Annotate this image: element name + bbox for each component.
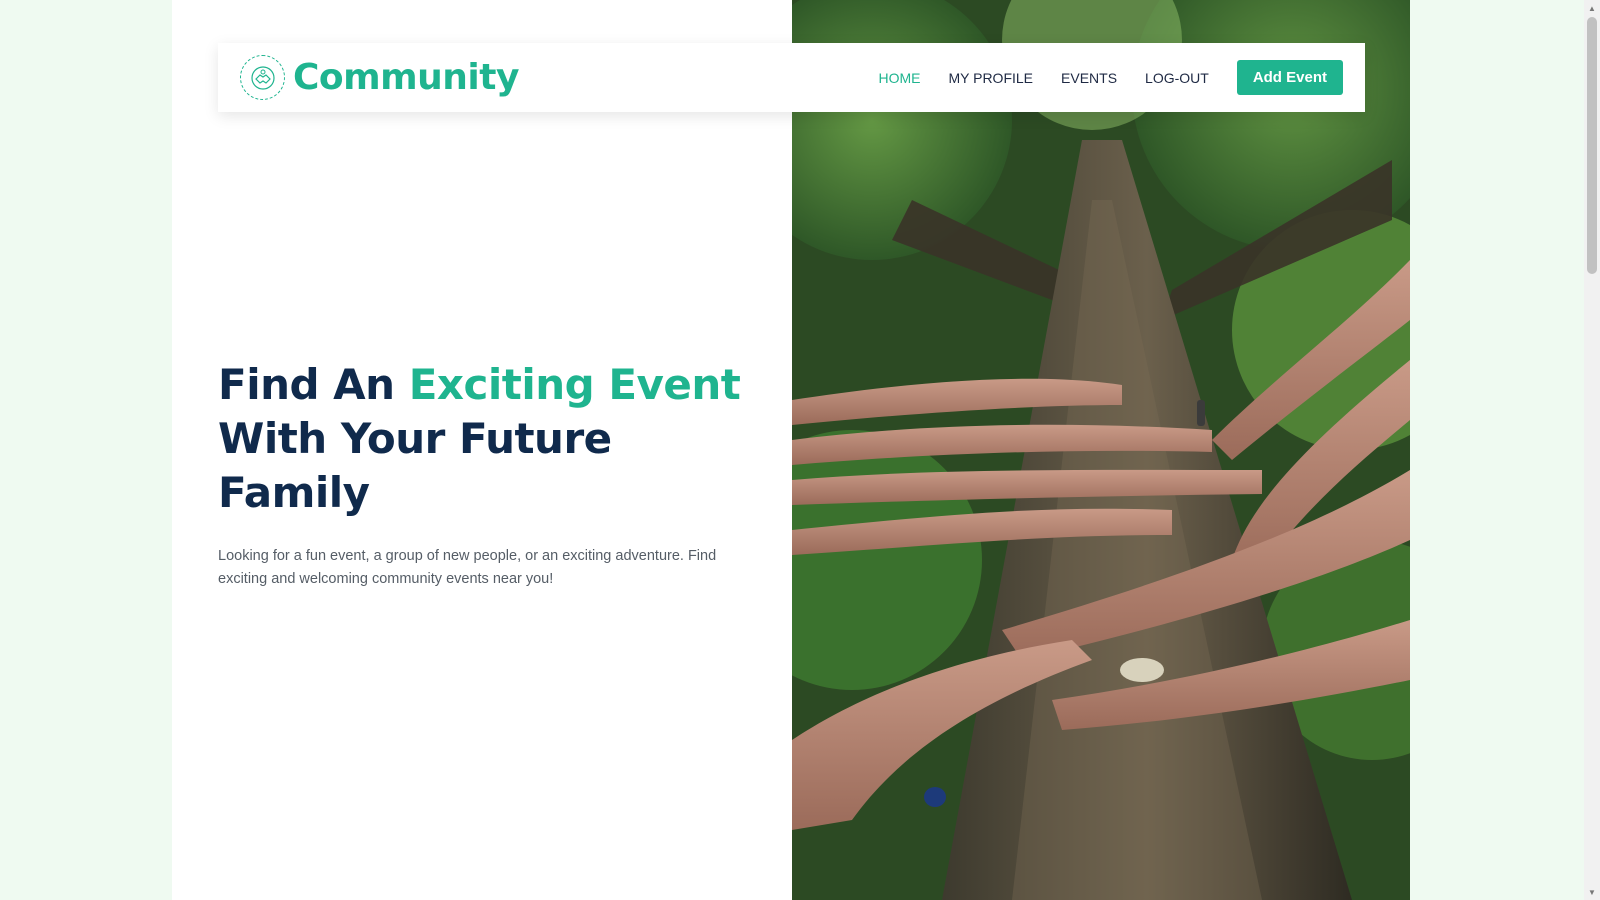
scroll-up-arrow-icon[interactable]: ▲ [1584,0,1600,16]
nav-links: HOME MY PROFILE EVENTS LOG-OUT Add Event [878,60,1365,95]
nav-logout-link[interactable]: LOG-OUT [1145,70,1209,86]
nav-home-link[interactable]: HOME [878,70,920,86]
scroll-thumb[interactable] [1587,17,1597,274]
hero-title-part2: With Your Future Family [218,414,612,517]
hero-title-accent: Exciting Event [408,360,741,409]
scroll-down-arrow-icon[interactable]: ▼ [1584,884,1600,900]
brand-name: Community [293,57,519,98]
hero-title-part1: Find An [218,360,409,409]
brand[interactable]: Community [240,55,519,100]
hero-description: Looking for a fun event, a group of new … [218,548,717,587]
nav-profile-link[interactable]: MY PROFILE [948,70,1033,86]
navbar: Community HOME MY PROFILE EVENTS LOG-OUT… [218,43,1365,112]
hero-title: Find An Exciting Event With Your Future … [218,358,758,520]
nav-events-link[interactable]: EVENTS [1061,70,1117,86]
handshake-icon [240,55,285,100]
hero-image [792,0,1410,900]
add-event-button[interactable]: Add Event [1236,60,1343,95]
scrollbar[interactable]: ▲ ▼ [1584,0,1600,900]
